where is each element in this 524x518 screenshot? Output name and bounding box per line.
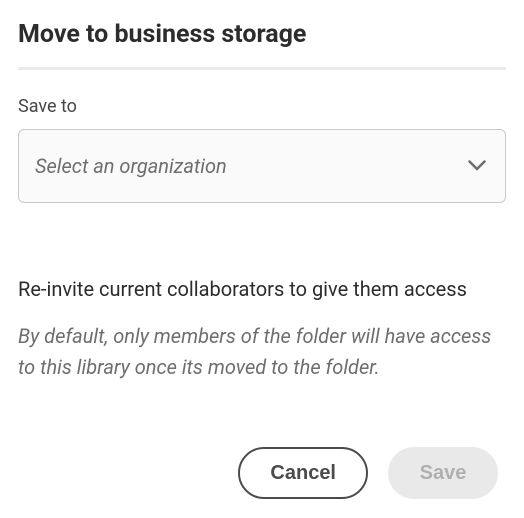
reinvite-description: By default, only members of the folder w… [18,321,506,383]
organization-placeholder: Select an organization [35,154,227,178]
reinvite-heading: Re-invite current collaborators to give … [18,275,506,303]
cancel-button[interactable]: Cancel [238,447,368,499]
button-row: Cancel Save [18,447,506,499]
organization-select-box[interactable]: Select an organization [18,129,506,203]
save-button: Save [388,447,498,499]
dialog-title: Move to business storage [18,20,506,49]
save-to-label: Save to [18,96,506,117]
organization-select[interactable]: Select an organization [18,129,506,203]
divider [18,67,506,70]
